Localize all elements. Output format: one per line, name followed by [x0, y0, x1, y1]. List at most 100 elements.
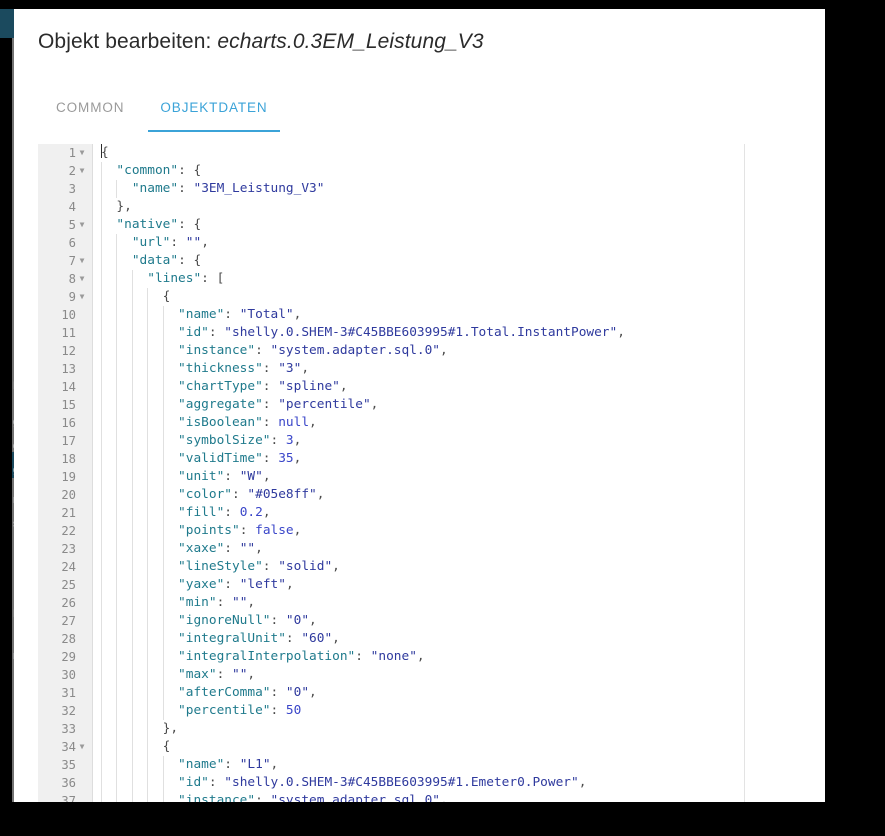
line-number: 21 [61, 506, 76, 520]
line-number: 29 [61, 650, 76, 664]
token-punc: : [224, 505, 240, 520]
token-punc: : { [178, 163, 202, 178]
fold-toggle-icon[interactable]: ▼ [76, 162, 88, 180]
line-number: 27 [61, 614, 76, 628]
code-line: "aggregate": "percentile", [93, 396, 844, 414]
code-line: "name": "Total", [93, 306, 844, 324]
token-punc: , [309, 685, 317, 700]
gutter-line: 30▼ [38, 666, 92, 684]
fold-toggle-icon[interactable]: ▼ [76, 288, 88, 306]
gutter-line: 12▼ [38, 342, 92, 360]
token-punc: , [339, 379, 348, 394]
dialog-title: Objekt bearbeiten: echarts.0.3EM_Leistun… [38, 30, 484, 54]
token-punc: , [370, 397, 379, 412]
line-number: 34 [61, 740, 76, 754]
token-const: false [255, 523, 294, 538]
gutter-line: 7 ▼ [38, 252, 92, 270]
token-punc: , [293, 523, 302, 538]
token-punc: , [578, 775, 587, 790]
token-punc: : [255, 343, 271, 358]
gutter-line: 14▼ [38, 378, 92, 396]
fold-placeholder: ▼ [76, 774, 88, 792]
gutter-line: 11▼ [38, 324, 92, 342]
token-key: "name" [178, 757, 225, 772]
line-number: 32 [61, 704, 76, 718]
code-line: "min": "", [93, 594, 844, 612]
code-line: "common": { [93, 162, 844, 180]
tab-label: OBJEKTDATEN [160, 100, 268, 115]
line-number: 5 [68, 218, 76, 232]
token-str: "left" [239, 577, 286, 592]
token-str: "spline" [278, 379, 340, 394]
line-number: 28 [61, 632, 76, 646]
line-number: 18 [61, 452, 76, 466]
token-key: "ignoreNull" [178, 613, 271, 628]
line-number: 15 [61, 398, 76, 412]
fold-placeholder: ▼ [76, 180, 88, 198]
token-punc: : [262, 559, 279, 574]
token-punc: : [224, 577, 240, 592]
token-key: "instance" [178, 793, 256, 808]
line-number: 7 [68, 254, 76, 268]
fold-placeholder: ▼ [76, 504, 88, 522]
token-punc: , [293, 451, 302, 466]
code-line: { [93, 144, 844, 162]
token-str: "system.adapter.sql.0" [270, 343, 441, 358]
token-punc: , [416, 649, 425, 664]
line-number: 3 [68, 182, 76, 196]
token-const: null [278, 415, 310, 430]
code-line: "integralUnit": "60", [93, 630, 844, 648]
token-str: "" [232, 595, 248, 610]
token-punc: , [293, 433, 302, 448]
fold-toggle-icon[interactable]: ▼ [76, 252, 88, 270]
json-code-editor[interactable]: 1▼2▼3▼4▼5▼6▼7▼8▼9▼10▼11▼12▼13▼14▼15▼16▼1… [38, 144, 844, 812]
gutter-line: 28▼ [38, 630, 92, 648]
token-key: "unit" [178, 469, 225, 484]
fold-placeholder: ▼ [76, 684, 88, 702]
token-punc: , [309, 415, 317, 430]
gutter-line: 26▼ [38, 594, 92, 612]
code-line: "fill": 0.2, [93, 504, 844, 522]
line-number: 12 [61, 344, 76, 358]
token-key: "id" [178, 325, 209, 340]
token-str: "0" [285, 613, 310, 628]
fold-placeholder: ▼ [76, 648, 88, 666]
fold-toggle-icon[interactable]: ▼ [76, 270, 88, 288]
tab-objektdaten[interactable]: OBJEKTDATEN [142, 88, 285, 132]
token-str: "W" [239, 469, 263, 484]
token-punc: : [263, 811, 278, 812]
tab-common[interactable]: COMMON [38, 88, 142, 132]
editor-gutter[interactable]: 1▼2▼3▼4▼5▼6▼7▼8▼9▼10▼11▼12▼13▼14▼15▼16▼1… [38, 144, 92, 812]
editor-code-area[interactable]: { "common": { "name": "3EM_Leistung_V3" … [93, 144, 844, 812]
fold-toggle-icon[interactable]: ▼ [76, 738, 88, 756]
token-key: "native" [116, 217, 179, 232]
token-key: "name" [131, 181, 179, 196]
token-punc: , [617, 325, 625, 340]
token-str: "none" [370, 649, 417, 664]
token-punc: , [201, 235, 209, 250]
token-str: "0" [285, 685, 310, 700]
gutter-line: 24▼ [38, 558, 92, 576]
token-punc: : [208, 325, 225, 340]
code-line: "url": "", [93, 234, 844, 252]
line-number: 4 [68, 200, 76, 214]
fold-placeholder: ▼ [76, 324, 88, 342]
token-punc: : [216, 667, 232, 682]
fold-toggle-icon[interactable]: ▼ [76, 216, 88, 234]
token-punc: , [332, 559, 340, 574]
code-line: }, [93, 198, 844, 216]
fold-toggle-icon[interactable]: ▼ [76, 144, 88, 162]
token-punc: : [224, 541, 240, 556]
token-punc: { [101, 145, 109, 160]
gutter-line: 32▼ [38, 702, 92, 720]
token-key: "symbolSize" [178, 433, 271, 448]
dialog-title-prefix: Objekt bearbeiten: [38, 30, 218, 53]
